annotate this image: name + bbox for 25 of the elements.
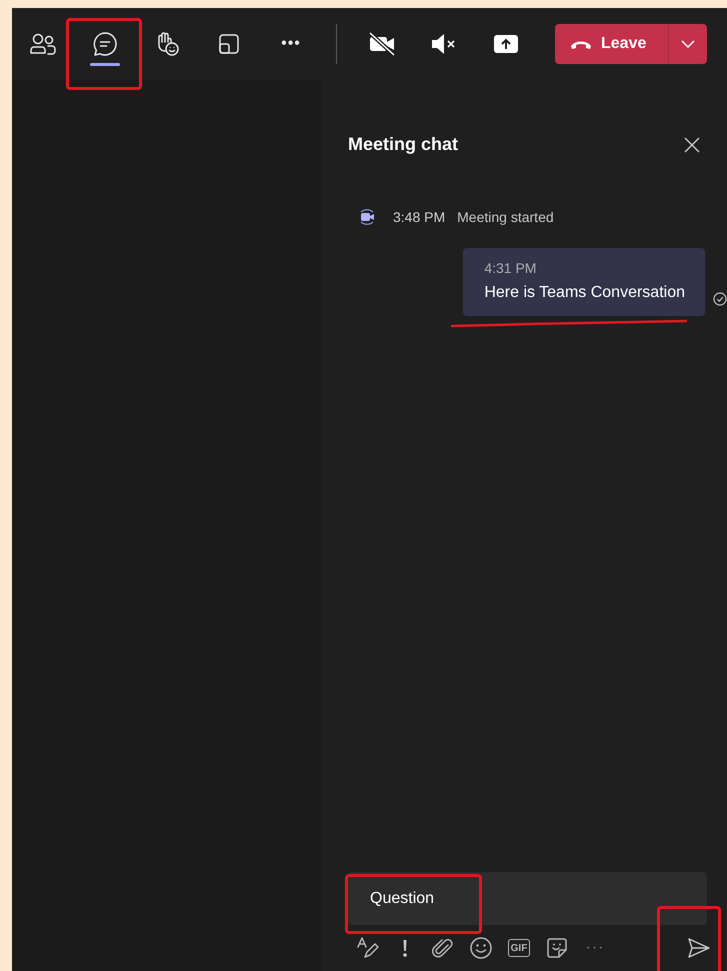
smiley-icon [469, 936, 493, 960]
sticker-icon [545, 936, 569, 960]
more-button[interactable]: ••• [260, 14, 322, 74]
chat-icon [92, 31, 118, 57]
gif-button[interactable]: GIF [508, 939, 530, 957]
close-button[interactable] [683, 136, 701, 154]
more-options-button[interactable]: ··· [576, 932, 614, 964]
send-icon [687, 937, 711, 959]
sent-check-icon [713, 292, 727, 306]
event-time: 3:48 PM [393, 209, 446, 225]
leave-button[interactable]: Leave [555, 24, 668, 64]
people-icon [29, 32, 57, 56]
chevron-down-icon [681, 40, 695, 48]
upload-icon [492, 32, 520, 56]
event-text: Meeting started [457, 209, 554, 225]
annotation-box [657, 906, 721, 971]
camera-off-icon [367, 32, 397, 56]
message-time: 4:31 PM [484, 260, 538, 276]
exclamation-icon [400, 937, 410, 959]
paperclip-icon [432, 936, 454, 960]
squares-icon [217, 32, 241, 56]
panel-title: Meeting chat [348, 134, 458, 155]
format-pen-icon [355, 936, 379, 960]
message-text: Here is Teams Conversation [484, 284, 685, 302]
message-field[interactable]: Question [348, 872, 707, 925]
